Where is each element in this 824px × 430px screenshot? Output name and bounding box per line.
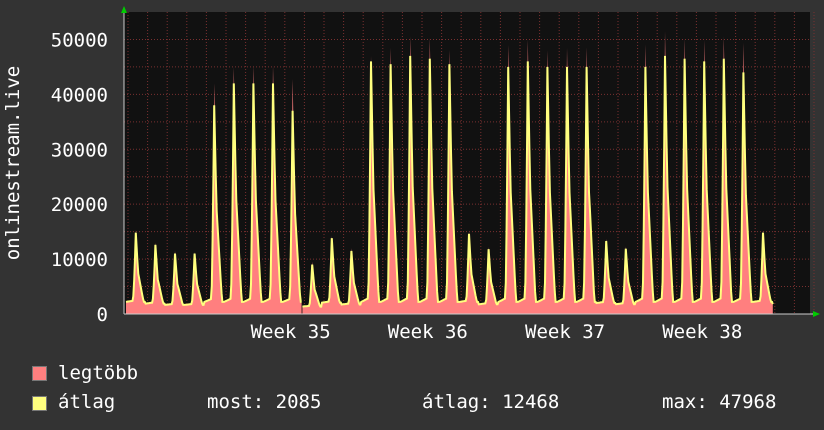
- y-tick-label: 50000: [51, 29, 108, 51]
- x-tick-label: Week 38: [662, 321, 742, 343]
- y-tick-label: 20000: [51, 194, 108, 216]
- x-tick-label: Week 35: [251, 321, 331, 343]
- stat-average: átlag: 12468: [422, 391, 560, 413]
- stat-current: most: 2085: [207, 391, 322, 413]
- legend-max-label: legtöbb: [58, 362, 139, 384]
- x-tick-labels: Week 35 Week 36 Week 37 Week 38: [251, 321, 743, 343]
- y-tick-label: 30000: [51, 139, 108, 161]
- y-axis-label: onlinestream.live: [2, 66, 24, 260]
- y-tick-labels: 0 10000 20000 30000 40000 50000: [51, 29, 108, 326]
- stat-maximum: max: 47968: [662, 391, 777, 413]
- y-tick-label: 0: [97, 304, 108, 326]
- x-arrow-icon: [813, 311, 820, 317]
- y-tick-label: 40000: [51, 84, 108, 106]
- y-arrow-icon: [121, 6, 127, 13]
- x-tick-label: Week 36: [388, 321, 468, 343]
- legend-max-swatch: [32, 366, 47, 381]
- legend-avg-label: átlag: [58, 391, 116, 413]
- x-tick-label: Week 37: [525, 321, 605, 343]
- legend-avg-swatch: [32, 396, 47, 411]
- y-tick-label: 10000: [51, 249, 108, 271]
